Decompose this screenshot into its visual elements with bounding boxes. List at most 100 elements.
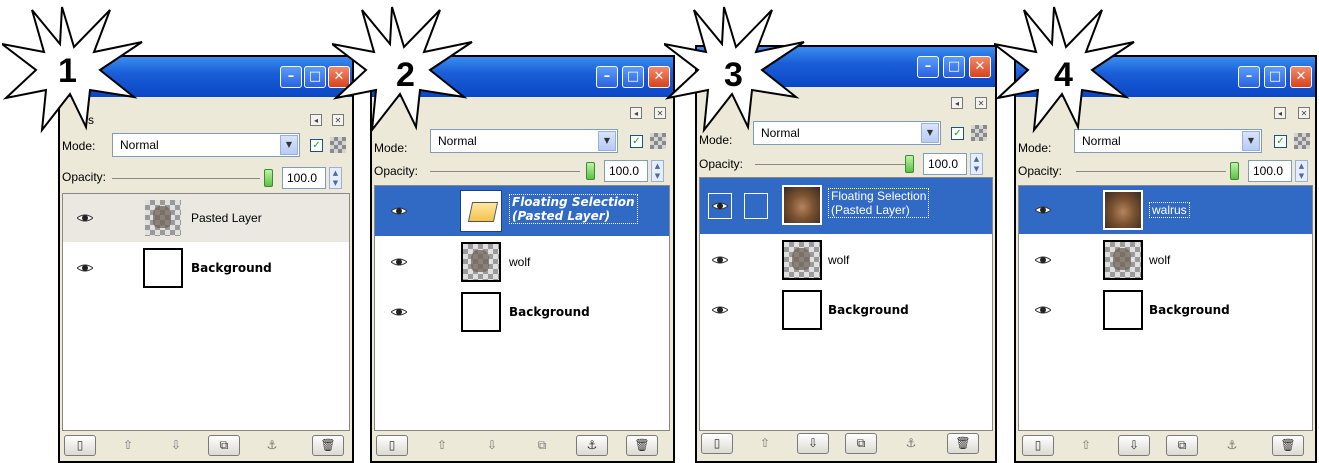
preserve-transparency-checkbox[interactable]: ✓ [951, 127, 964, 140]
lower-layer-button[interactable]: ⇩ [1118, 435, 1150, 456]
layer-row[interactable]: Background [63, 244, 349, 292]
delete-layer-button[interactable]: 🗑 [626, 435, 658, 456]
layer-row[interactable]: wolf [375, 238, 669, 286]
new-layer-button[interactable]: ▯ [376, 435, 408, 456]
delete-layer-button[interactable]: 🗑 [312, 435, 344, 456]
opacity-slider-handle[interactable] [1230, 162, 1239, 180]
duplicate-layer-button[interactable]: ⧉ [526, 435, 558, 456]
anchor-layer-button[interactable]: ⚓ [895, 433, 927, 454]
minimize-icon: – [603, 69, 611, 84]
preserve-transparency-checkbox[interactable]: ✓ [310, 139, 323, 152]
chain-toggle[interactable] [744, 193, 768, 219]
minimize-button[interactable]: – [280, 66, 302, 88]
new-layer-button[interactable]: ▯ [701, 433, 733, 454]
lower-layer-button[interactable]: ⇩ [160, 435, 192, 456]
chevron-down-icon[interactable]: ▼ [1242, 131, 1260, 151]
anchor-layer-button[interactable]: ⚓ [576, 435, 608, 456]
layer-name[interactable]: walrus [1149, 202, 1190, 218]
preserve-transparency-checkbox[interactable]: ✓ [630, 135, 643, 148]
opacity-spinner[interactable]: ▲ ▼ [329, 167, 342, 189]
anchor-layer-button[interactable]: ⚓ [256, 435, 288, 456]
lower-layer-button[interactable]: ⇩ [797, 433, 829, 454]
layer-row[interactable]: wolf [1019, 236, 1312, 284]
opacity-slider-handle[interactable] [264, 169, 273, 187]
layer-name[interactable]: Background [828, 303, 909, 317]
minimize-button[interactable]: – [917, 56, 939, 78]
maximize-button[interactable]: □ [943, 56, 965, 78]
new-layer-button[interactable]: ▯ [1022, 435, 1054, 456]
tab-close-button[interactable]: ✕ [1298, 107, 1310, 119]
layer-name[interactable]: Floating Selection (Pasted Layer) [828, 188, 930, 218]
layer-row-selected[interactable]: Floating Selection (Pasted Layer) [700, 178, 992, 234]
duplicate-layer-button[interactable]: ⧉ [208, 435, 240, 456]
delete-layer-button[interactable]: 🗑 [947, 433, 979, 454]
duplicate-layer-button[interactable]: ⧉ [845, 433, 877, 454]
chevron-down-icon[interactable]: ▼ [280, 135, 298, 155]
layer-row[interactable]: Background [375, 288, 669, 336]
opacity-input[interactable]: 100.0 [1248, 160, 1292, 182]
opacity-input[interactable]: 100.0 [604, 160, 648, 182]
raise-layer-button[interactable]: ⇧ [1070, 435, 1102, 456]
lower-layer-button[interactable]: ⇩ [476, 435, 508, 456]
anchor-layer-button[interactable]: ⚓ [1216, 435, 1248, 456]
tab-menu-button[interactable]: ◂ [310, 114, 322, 126]
layer-name[interactable]: Background [1149, 303, 1230, 317]
layer-name[interactable]: Background [191, 261, 272, 275]
eye-icon[interactable] [1035, 305, 1051, 315]
lower-layer-icon: ⇩ [807, 436, 819, 450]
maximize-button[interactable]: □ [304, 66, 326, 88]
layer-name[interactable]: wolf [828, 253, 849, 267]
layer-row[interactable]: Background [1019, 286, 1312, 334]
layer-name[interactable]: Floating Selection (Pasted Layer) [509, 194, 638, 224]
opacity-slider-handle[interactable] [905, 155, 914, 173]
new-layer-button[interactable]: ▯ [64, 435, 96, 456]
layer-name[interactable]: Background [509, 305, 590, 319]
close-button[interactable]: ✕ [969, 56, 991, 78]
minimize-button[interactable]: – [1238, 66, 1260, 88]
layer-row[interactable]: wolf [700, 236, 992, 284]
opacity-spinner[interactable]: ▲ ▼ [1295, 160, 1308, 182]
maximize-button[interactable]: □ [622, 66, 644, 88]
eye-icon[interactable] [1035, 205, 1051, 215]
close-button[interactable]: ✕ [1290, 66, 1312, 88]
layer-row[interactable]: Pasted Layer [63, 194, 349, 242]
tab-menu-button[interactable]: ◂ [630, 107, 642, 119]
eye-icon[interactable] [712, 255, 728, 265]
opacity-slider[interactable] [755, 164, 905, 165]
layer-name[interactable]: wolf [1149, 253, 1170, 267]
tab-menu-button[interactable]: ◂ [1274, 107, 1286, 119]
layer-row-selected[interactable]: walrus [1019, 186, 1312, 234]
tab-menu-button[interactable]: ◂ [951, 97, 963, 109]
eye-icon[interactable] [391, 206, 407, 216]
opacity-slider[interactable] [1076, 171, 1226, 172]
layer-row[interactable]: Background [700, 286, 992, 334]
eye-icon[interactable] [77, 263, 93, 273]
duplicate-layer-button[interactable]: ⧉ [1166, 435, 1198, 456]
opacity-input[interactable]: 100.0 [923, 153, 967, 175]
preserve-transparency-checkbox[interactable]: ✓ [1274, 135, 1287, 148]
chevron-down-icon[interactable]: ▼ [921, 123, 939, 143]
eye-icon[interactable] [1035, 255, 1051, 265]
opacity-spinner[interactable]: ▲ ▼ [970, 153, 983, 175]
raise-layer-button[interactable]: ⇧ [426, 435, 458, 456]
chevron-down-icon[interactable]: ▼ [598, 131, 616, 151]
eye-icon[interactable] [391, 307, 407, 317]
eye-icon[interactable] [712, 305, 728, 315]
tab-close-button[interactable]: ✕ [975, 97, 987, 109]
raise-layer-button[interactable]: ⇧ [112, 435, 144, 456]
minimize-button[interactable]: – [596, 66, 618, 88]
layer-row-selected[interactable]: Floating Selection (Pasted Layer) [375, 186, 669, 236]
opacity-input[interactable]: 100.0 [282, 167, 326, 189]
delete-layer-button[interactable]: 🗑 [1272, 435, 1304, 456]
opacity-spinner[interactable]: ▲ ▼ [651, 160, 664, 182]
opacity-slider[interactable] [430, 171, 580, 172]
opacity-slider[interactable] [112, 178, 260, 179]
layer-name[interactable]: Pasted Layer [191, 211, 262, 225]
layer-name[interactable]: wolf [509, 255, 530, 269]
eye-toggle[interactable] [708, 193, 732, 219]
maximize-button[interactable]: □ [1264, 66, 1286, 88]
eye-icon[interactable] [77, 213, 93, 223]
opacity-slider-handle[interactable] [586, 162, 595, 180]
raise-layer-button[interactable]: ⇧ [749, 433, 781, 454]
eye-icon[interactable] [391, 257, 407, 267]
